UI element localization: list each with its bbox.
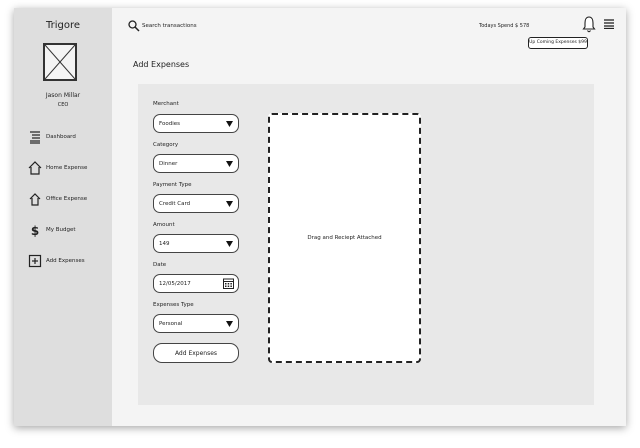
expenses-type-select[interactable]: Personal [153, 314, 239, 333]
todays-spend: Todays Spend $ 578 [479, 23, 529, 29]
date-value: 12/05/2017 [159, 280, 191, 287]
amount-select[interactable]: 149 [153, 234, 239, 253]
dollar-icon: $ [28, 223, 42, 237]
sidebar-item-label: Home Expense [46, 165, 88, 171]
brand-name: Trigore [45, 20, 81, 31]
page-title: Add Expenses [133, 60, 190, 69]
date-field[interactable]: 12/05/2017 [153, 274, 239, 293]
sidebar-item-office-expense[interactable]: Office Expense [28, 192, 87, 206]
merchant-select[interactable]: Foodies [153, 114, 239, 133]
chevron-down-icon [226, 120, 233, 127]
search-icon[interactable] [128, 20, 140, 32]
merchant-value: Foodies [159, 120, 180, 127]
plus-square-icon [28, 254, 42, 268]
todays-spend-label: Todays Spend [479, 23, 514, 29]
add-expenses-button[interactable]: Add Expenses [153, 343, 239, 363]
payment-type-value: Credit Card [159, 200, 191, 207]
list-icon [28, 130, 42, 144]
sidebar: Trigore Jason Millar CEO Dashboard Home … [14, 8, 112, 426]
chevron-down-icon [226, 240, 233, 247]
svg-text:$: $ [31, 224, 39, 237]
calendar-icon[interactable] [223, 278, 234, 289]
search-input[interactable] [142, 23, 212, 29]
payment-type-select[interactable]: Credit Card [153, 194, 239, 213]
avatar [43, 43, 77, 81]
merchant-label: Merchant [153, 101, 179, 107]
menu-icon[interactable] [604, 19, 614, 29]
payment-type-label: Payment Type [153, 182, 192, 188]
category-select[interactable]: Dinner [153, 154, 239, 173]
category-label: Category [153, 142, 179, 148]
search-bar [128, 20, 212, 32]
office-icon [28, 192, 42, 206]
sidebar-item-label: My Budget [46, 227, 76, 233]
home-icon [28, 161, 42, 175]
sidebar-item-label: Office Expense [46, 196, 88, 202]
chevron-down-icon [226, 160, 233, 167]
add-expense-panel: Merchant Foodies Category Dinner Payment… [138, 84, 594, 405]
upcoming-expenses-tooltip: Up Coming Expenses $99 [528, 37, 588, 49]
sidebar-item-label: Add Expenses [46, 258, 85, 264]
expenses-type-value: Personal [159, 320, 183, 327]
todays-spend-value: $ 578 [515, 23, 530, 29]
chevron-down-icon [226, 320, 233, 327]
dropzone-text: Drag and Reciept Attached [307, 235, 382, 241]
bell-icon[interactable] [582, 15, 596, 35]
receipt-dropzone[interactable]: Drag and Reciept Attached [268, 113, 421, 363]
sidebar-item-label: Dashboard [46, 134, 76, 140]
date-label: Date [153, 262, 167, 268]
app-window: Trigore Jason Millar CEO Dashboard Home … [14, 8, 626, 426]
amount-value: 149 [159, 240, 170, 247]
sidebar-item-dashboard[interactable]: Dashboard [28, 130, 76, 144]
sidebar-item-my-budget[interactable]: $ My Budget [28, 223, 76, 237]
sidebar-item-home-expense[interactable]: Home Expense [28, 161, 87, 175]
chevron-down-icon [226, 200, 233, 207]
amount-label: Amount [153, 222, 175, 228]
expenses-type-label: Expenses Type [153, 302, 194, 308]
category-value: Dinner [159, 160, 178, 167]
user-name: Jason Millar [45, 92, 81, 99]
sidebar-item-add-expenses[interactable]: Add Expenses [28, 254, 85, 268]
user-role: CEO [57, 102, 69, 108]
